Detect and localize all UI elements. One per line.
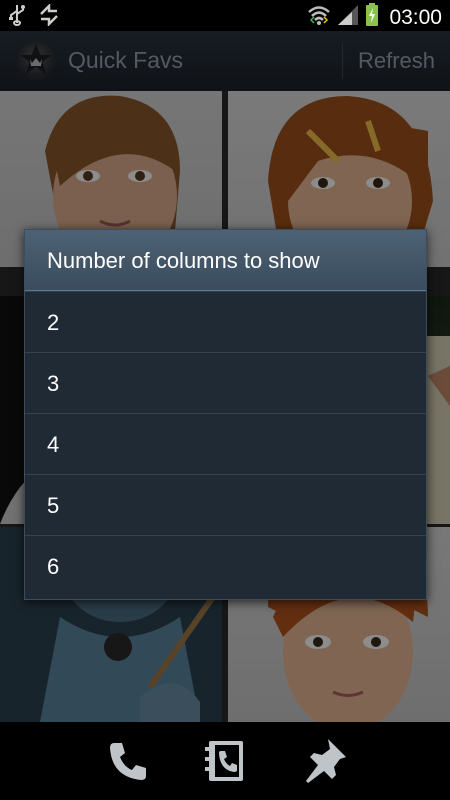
system-icons: 03:00 <box>307 3 442 32</box>
dialog-title: Number of columns to show <box>25 230 426 291</box>
wifi-icon <box>307 4 331 31</box>
option-4-columns[interactable]: 4 <box>25 413 426 474</box>
pin-icon[interactable] <box>300 736 348 786</box>
option-5-columns[interactable]: 5 <box>25 474 426 535</box>
notification-icons <box>8 2 60 31</box>
status-bar: 03:00 <box>0 0 450 31</box>
option-2-columns[interactable]: 2 <box>25 291 426 352</box>
sync-icon <box>38 2 60 31</box>
signal-icon <box>337 4 359 31</box>
usb-icon <box>8 4 26 31</box>
bottom-bar <box>0 722 450 800</box>
battery-charging-icon <box>365 3 379 32</box>
phone-icon[interactable] <box>104 736 152 786</box>
columns-dialog: Number of columns to show 2 3 4 5 6 <box>24 229 427 600</box>
option-3-columns[interactable]: 3 <box>25 352 426 413</box>
option-6-columns[interactable]: 6 <box>25 535 426 596</box>
contacts-icon[interactable] <box>201 736 249 786</box>
status-time: 03:00 <box>389 5 442 29</box>
